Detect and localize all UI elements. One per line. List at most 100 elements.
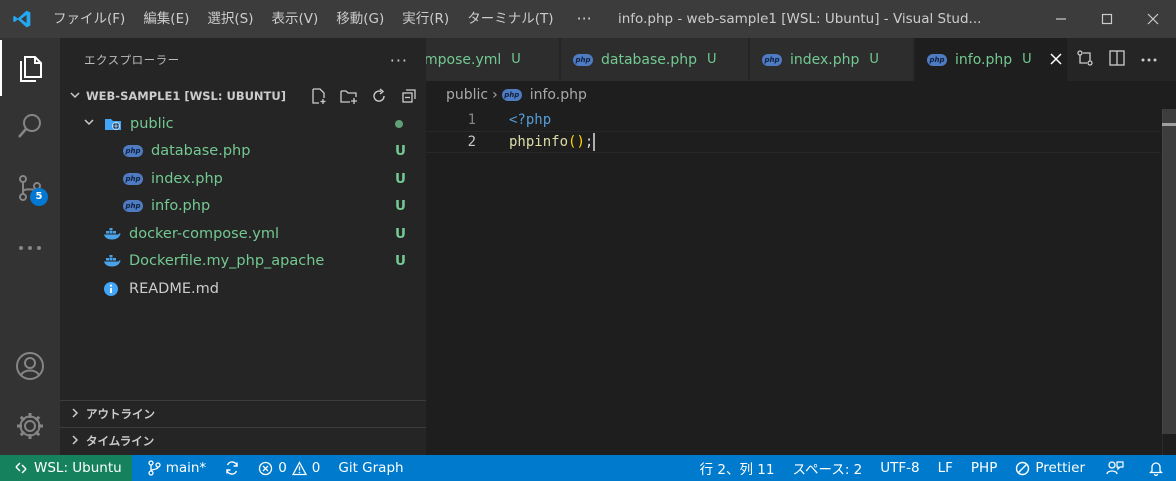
menu-go[interactable]: 移動(G) <box>327 0 393 38</box>
git-branch-item[interactable]: main* <box>138 455 215 481</box>
git-graph-item[interactable]: Git Graph <box>329 455 412 481</box>
language-mode-item[interactable]: PHP <box>962 455 1006 481</box>
split-editor-icon[interactable] <box>1108 49 1126 71</box>
tab-status: U <box>1022 52 1032 67</box>
more-views-icon[interactable] <box>0 220 60 276</box>
tree-label: database.php <box>151 142 251 159</box>
tab-database-php[interactable]: php database.php U <box>561 38 749 81</box>
line-number: 1 <box>467 112 476 128</box>
tab-docker-compose[interactable]: mpose.yml U <box>426 38 560 81</box>
explorer-header: エクスプローラー ··· <box>60 38 426 82</box>
code-line-2: 2 phpinfo(); <box>426 131 1161 153</box>
explorer-icon[interactable] <box>0 40 60 96</box>
source-control-icon[interactable] <box>0 160 60 216</box>
php-icon: php <box>123 199 143 212</box>
code-text: phpinfo(); <box>509 133 596 151</box>
vertical-scrollbar[interactable] <box>1162 109 1176 455</box>
code-line-1: 1 <?php <box>426 109 1161 131</box>
error-count: 0 <box>278 460 287 476</box>
window-title: info.php - web-sample1 [WSL: Ubuntu] - V… <box>618 11 982 27</box>
php-icon: php <box>927 53 947 66</box>
vscode-logo-icon[interactable] <box>0 0 44 38</box>
git-branch-label: main* <box>165 460 207 476</box>
outline-section-header[interactable]: アウトライン <box>60 400 426 427</box>
close-window-button[interactable] <box>1130 0 1176 38</box>
encoding-label: UTF-8 <box>880 460 920 476</box>
php-icon: php <box>501 89 522 101</box>
outline-title: アウトライン <box>86 407 155 421</box>
tab-label: info.php <box>955 51 1013 68</box>
menu-file[interactable]: ファイル(F) <box>44 0 134 38</box>
code-editor[interactable]: 1 <?php 2 phpinfo(); <box>426 109 1176 455</box>
tab-info-php[interactable]: php info.php U <box>915 38 1068 81</box>
code-function: phpinfo <box>509 134 569 150</box>
tree-label: README.md <box>129 280 219 297</box>
menu-edit[interactable]: 編集(E) <box>134 0 198 38</box>
notifications-item[interactable] <box>1136 455 1176 481</box>
tree-file-readme[interactable]: README.md <box>60 275 426 302</box>
timeline-section-header[interactable]: タイムライン <box>60 427 426 454</box>
warning-count: 0 <box>311 460 321 476</box>
editor-more-icon[interactable] <box>1140 52 1158 67</box>
git-modified-dot <box>395 119 403 128</box>
remote-indicator[interactable]: WSL: Ubuntu <box>0 455 132 481</box>
sync-item[interactable] <box>215 455 249 481</box>
tree-file-database-php[interactable]: php database.php U <box>60 137 426 164</box>
breadcrumb-file[interactable]: info.php <box>530 87 587 103</box>
breadcrumb-folder[interactable]: public <box>446 87 488 103</box>
new-file-icon[interactable] <box>308 85 330 107</box>
language-label: PHP <box>970 460 998 476</box>
git-graph-label: Git Graph <box>338 460 404 476</box>
git-status-untracked: U <box>395 142 406 159</box>
workspace-section-header[interactable]: WEB-SAMPLE1 [WSL: UBUNTU] <box>60 83 426 109</box>
indentation-item[interactable]: スペース: 2 <box>783 455 871 481</box>
breadcrumb: public › php info.php <box>426 81 1176 109</box>
text-cursor <box>593 133 596 151</box>
tree-file-dockerfile[interactable]: Dockerfile.my_php_apache U <box>60 247 426 274</box>
activity-bar: 5 <box>0 38 60 455</box>
tree-file-info-php[interactable]: php info.php U <box>60 192 426 219</box>
tab-status: U <box>511 52 521 67</box>
accounts-icon[interactable] <box>0 338 60 394</box>
menu-run[interactable]: 実行(R) <box>393 0 458 38</box>
eol-item[interactable]: LF <box>929 455 962 481</box>
maximize-button[interactable] <box>1084 0 1130 38</box>
explorer-more-button[interactable]: ··· <box>390 51 408 70</box>
menu-view[interactable]: 表示(V) <box>263 0 328 38</box>
new-folder-icon[interactable] <box>338 85 360 107</box>
tree-folder-public[interactable]: public <box>60 110 426 137</box>
tab-status: U <box>707 52 717 67</box>
chevron-right-icon <box>64 407 86 422</box>
refresh-icon[interactable] <box>368 85 390 107</box>
folder-globe-icon <box>104 116 122 132</box>
php-icon: php <box>762 53 782 66</box>
open-changes-icon[interactable] <box>1076 49 1094 71</box>
collapse-all-icon[interactable] <box>398 85 420 107</box>
scrollbar-thumb[interactable] <box>1162 109 1176 434</box>
minimize-button[interactable] <box>1038 0 1084 38</box>
cursor-position-item[interactable]: 行 2、列 11 <box>691 455 784 481</box>
close-tab-icon[interactable] <box>1050 50 1062 69</box>
php-icon: php <box>123 144 143 157</box>
info-icon <box>103 281 119 297</box>
encoding-item[interactable]: UTF-8 <box>871 455 928 481</box>
menu-terminal[interactable]: ターミナル(T) <box>458 0 562 38</box>
remote-label: WSL: Ubuntu <box>34 460 122 476</box>
search-icon[interactable] <box>0 98 60 154</box>
git-status-untracked: U <box>395 252 406 269</box>
menu-more-button[interactable]: ··· <box>562 0 605 38</box>
tab-index-php[interactable]: php index.php U <box>750 38 914 81</box>
git-status-untracked: U <box>395 225 406 242</box>
tab-status: U <box>869 52 879 67</box>
feedback-item[interactable] <box>1094 455 1136 481</box>
prettier-item[interactable]: Prettier <box>1006 455 1094 481</box>
line-number: 2 <box>467 134 476 150</box>
settings-gear-icon[interactable] <box>0 398 60 454</box>
tab-label: mpose.yml <box>426 51 502 68</box>
eol-label: LF <box>937 460 953 476</box>
tree-file-docker-compose[interactable]: docker-compose.yml U <box>60 220 426 247</box>
timeline-title: タイムライン <box>86 434 155 448</box>
tree-file-index-php[interactable]: php index.php U <box>60 165 426 192</box>
menu-selection[interactable]: 選択(S) <box>198 0 262 38</box>
problems-item[interactable]: 0 0 <box>249 455 329 481</box>
